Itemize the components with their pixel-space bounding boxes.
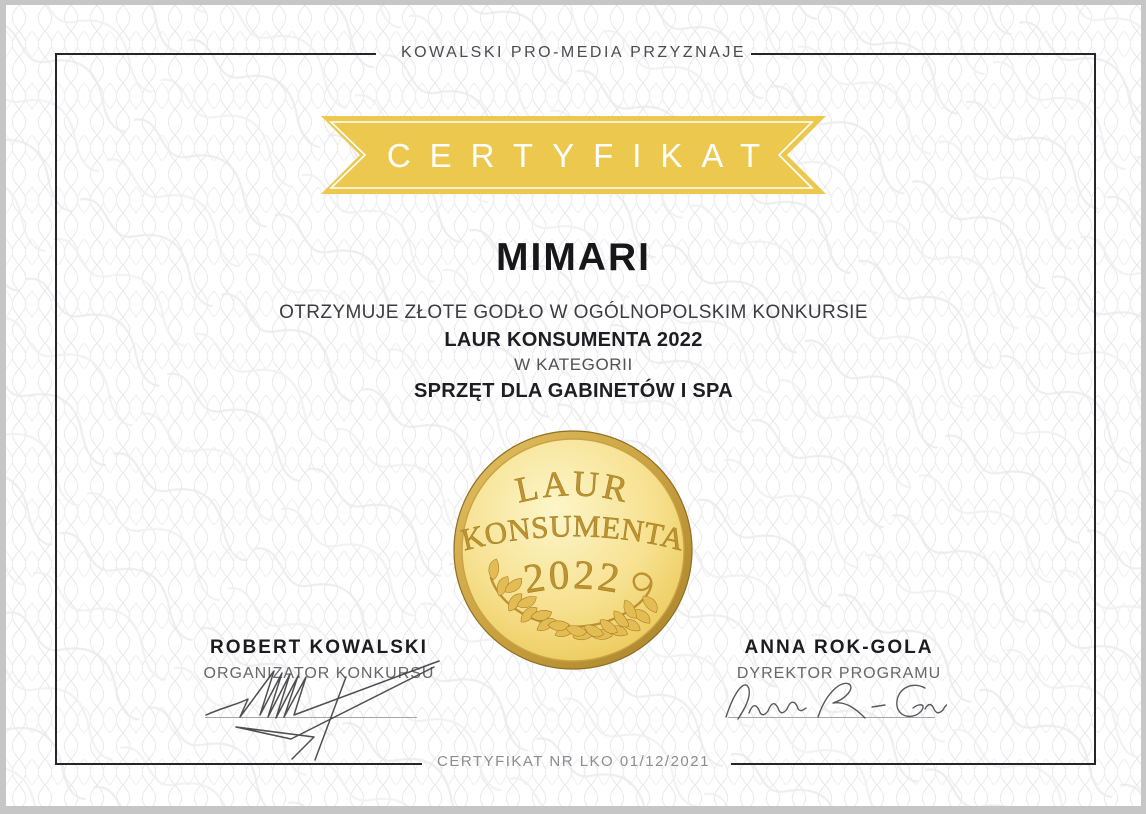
certificate-page: KOWALSKI PRO-MEDIA PRZYZNAJE CERTYFIKAT …: [6, 5, 1141, 806]
signer-name-right: ANNA ROK-GOLA: [744, 637, 934, 658]
statement-line1: OTRZYMUJE ZŁOTE GODŁO W OGÓLNOPOLSKIM KO…: [279, 302, 868, 323]
frame-right: [1094, 53, 1096, 765]
recipient-name: MIMARI: [496, 236, 651, 279]
certificate-number: CERTYFIKAT NR LKO 01/12/2021: [437, 753, 710, 770]
certificate-screenshot: KOWALSKI PRO-MEDIA PRZYZNAJE CERTYFIKAT …: [0, 0, 1146, 814]
award-name: LAUR KONSUMENTA 2022: [444, 329, 703, 351]
gold-medal: LAUR KONSUMENTA 2022: [453, 430, 693, 670]
signature-scribble-left: [205, 660, 440, 761]
ribbon-banner: CERTYFIKAT: [321, 116, 826, 194]
statement-line2: W KATEGORII: [514, 355, 633, 374]
certificate-title: CERTYFIKAT: [386, 137, 780, 174]
issuer-line: KOWALSKI PRO-MEDIA PRZYZNAJE: [400, 44, 746, 61]
award-category: SPRZĘT DLA GABINETÓW I SPA: [414, 380, 733, 402]
signature-scribble-right: [725, 682, 947, 720]
frame-left: [55, 53, 57, 765]
